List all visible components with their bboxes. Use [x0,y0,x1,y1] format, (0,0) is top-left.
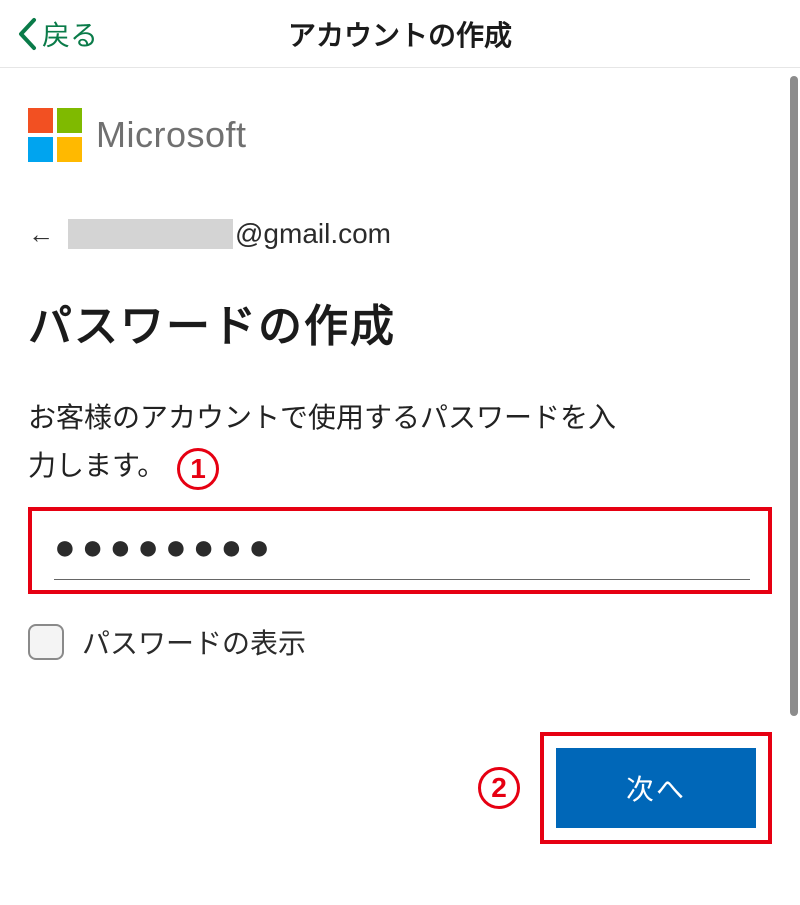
email-domain: @gmail.com [235,218,391,250]
annotation-step-2: 2 [478,767,520,809]
arrow-left-icon: ← [28,219,54,250]
heading: パスワードの作成 [28,290,772,354]
description: お客様のアカウントで使用するパスワードを入 力します。 1 [28,394,772,489]
email-row[interactable]: ← @gmail.com [28,218,772,250]
brand-name: Microsoft [96,114,247,156]
description-line2: 力します。 [28,450,165,481]
password-field-highlight: ●●●●●●●● [28,507,772,594]
scrollbar[interactable] [790,76,798,716]
next-button[interactable]: 次へ [556,748,756,828]
show-password-checkbox[interactable] [28,624,64,660]
footer-row: 2 次へ [28,732,772,844]
page-title: アカウントの作成 [0,14,800,54]
microsoft-logo-icon [28,108,82,162]
next-button-highlight: 次へ [540,732,772,844]
chevron-left-icon [16,17,38,51]
brand-row: Microsoft [28,108,772,162]
email-redacted [68,219,233,249]
description-line1: お客様のアカウントで使用するパスワードを入 [28,402,616,433]
input-underline [54,579,750,580]
show-password-row[interactable]: パスワードの表示 [28,622,772,662]
back-button[interactable]: 戻る [16,14,98,54]
password-input[interactable]: ●●●●●●●● [54,529,750,565]
content: Microsoft ← @gmail.com パスワードの作成 お客様のアカウン… [0,68,800,844]
back-label: 戻る [42,14,98,54]
annotation-step-1: 1 [177,448,219,490]
show-password-label: パスワードの表示 [82,622,306,662]
navbar: 戻る アカウントの作成 [0,0,800,68]
